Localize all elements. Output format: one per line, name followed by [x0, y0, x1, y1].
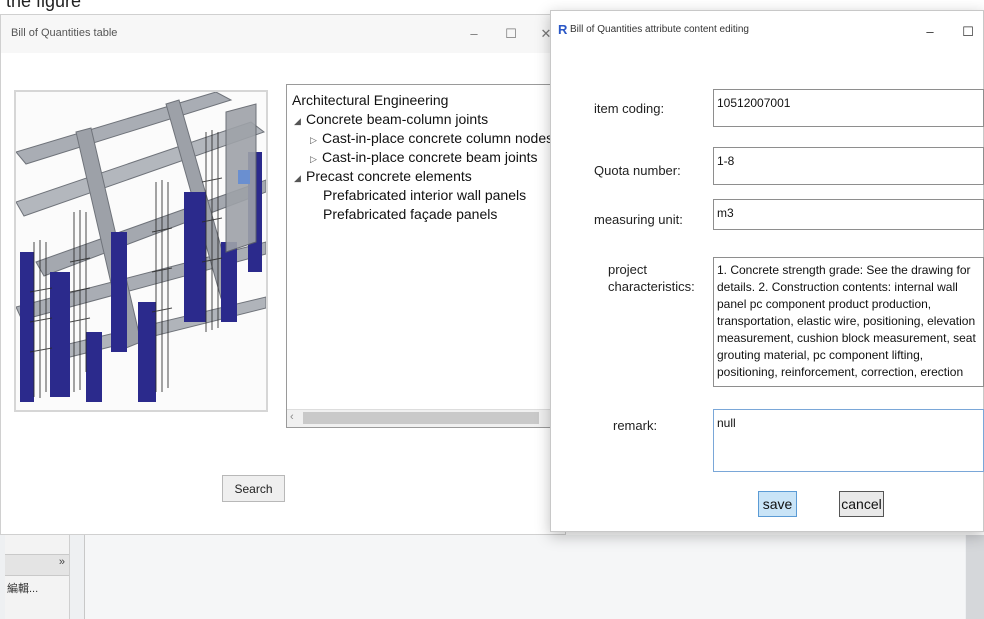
scroll-left-icon[interactable]: ‹: [290, 411, 294, 423]
tree-node-precast-concrete-elements[interactable]: ◢ Precast concrete elements: [294, 168, 472, 184]
scrollbar-thumb[interactable]: [303, 412, 539, 424]
maximize-button[interactable]: ☐: [957, 21, 979, 43]
maximize-button[interactable]: ☐: [500, 23, 522, 45]
host-panel-item[interactable]: 編輯...: [7, 580, 38, 596]
cancel-button[interactable]: cancel: [839, 491, 884, 517]
host-scrollbar[interactable]: [966, 535, 984, 619]
tree-node-prefabricated-interior-wall-panels[interactable]: Prefabricated interior wall panels: [323, 187, 526, 203]
collapsed-arrow-icon[interactable]: ▷: [310, 135, 322, 146]
remark-label: remark:: [613, 418, 658, 433]
figure-caption-fragment: the figure: [6, 0, 82, 11]
expanded-arrow-icon[interactable]: ◢: [294, 116, 306, 127]
collapse-chevron-icon[interactable]: »: [59, 556, 65, 568]
model-preview-image: [14, 90, 268, 412]
tree-node-cast-in-place-column-nodes[interactable]: ▷ Cast-in-place concrete column nodes: [310, 130, 553, 146]
attribute-editing-dialog: R Bill of Quantities attribute content e…: [550, 10, 984, 532]
tree-horizontal-scrollbar[interactable]: ‹ ›: [287, 409, 557, 427]
tree-node-concrete-beam-column-joints[interactable]: ◢ Concrete beam-column joints: [294, 111, 488, 127]
quota-number-input[interactable]: 1-8: [713, 147, 984, 185]
host-side-panel: » 編輯...: [5, 535, 70, 619]
boq-tree-view[interactable]: Architectural Engineering ◢ Concrete beam…: [286, 84, 558, 428]
remark-textarea[interactable]: null: [713, 409, 984, 472]
window-title: Bill of Quantities table: [11, 27, 118, 39]
revit-app-icon: R: [558, 22, 568, 37]
project-characteristics-label: project characteristics:: [608, 262, 695, 294]
item-coding-label: item coding:: [594, 101, 665, 116]
bill-of-quantities-window: Bill of Quantities table – ☐ ✕ Architect…: [0, 14, 566, 535]
measuring-unit-label: measuring unit:: [594, 212, 683, 227]
minimize-button[interactable]: –: [919, 21, 941, 43]
dialog-title: Bill of Quantities attribute content edi…: [570, 24, 749, 35]
measuring-unit-input[interactable]: m3: [713, 199, 984, 230]
quota-number-label: Quota number:: [594, 163, 681, 178]
collapsed-arrow-icon[interactable]: ▷: [310, 154, 322, 165]
save-button[interactable]: save: [758, 491, 797, 517]
tree-node-root[interactable]: Architectural Engineering: [292, 92, 448, 108]
expanded-arrow-icon[interactable]: ◢: [294, 173, 306, 184]
window-titlebar[interactable]: Bill of Quantities table – ☐ ✕: [1, 15, 565, 53]
tree-node-prefabricated-facade-panels[interactable]: Prefabricated façade panels: [323, 206, 497, 222]
search-button[interactable]: Search: [222, 475, 285, 502]
host-drawing-canvas[interactable]: [84, 535, 965, 619]
host-panel-header[interactable]: »: [5, 554, 69, 576]
item-coding-input[interactable]: 10512007001: [713, 89, 984, 127]
precast-structure-render: [16, 92, 266, 410]
tree-node-cast-in-place-beam-joints[interactable]: ▷ Cast-in-place concrete beam joints: [310, 149, 538, 165]
dialog-titlebar[interactable]: R Bill of Quantities attribute content e…: [551, 11, 983, 53]
project-characteristics-textarea[interactable]: 1. Concrete strength grade: See the draw…: [713, 257, 984, 387]
minimize-button[interactable]: –: [463, 23, 485, 45]
